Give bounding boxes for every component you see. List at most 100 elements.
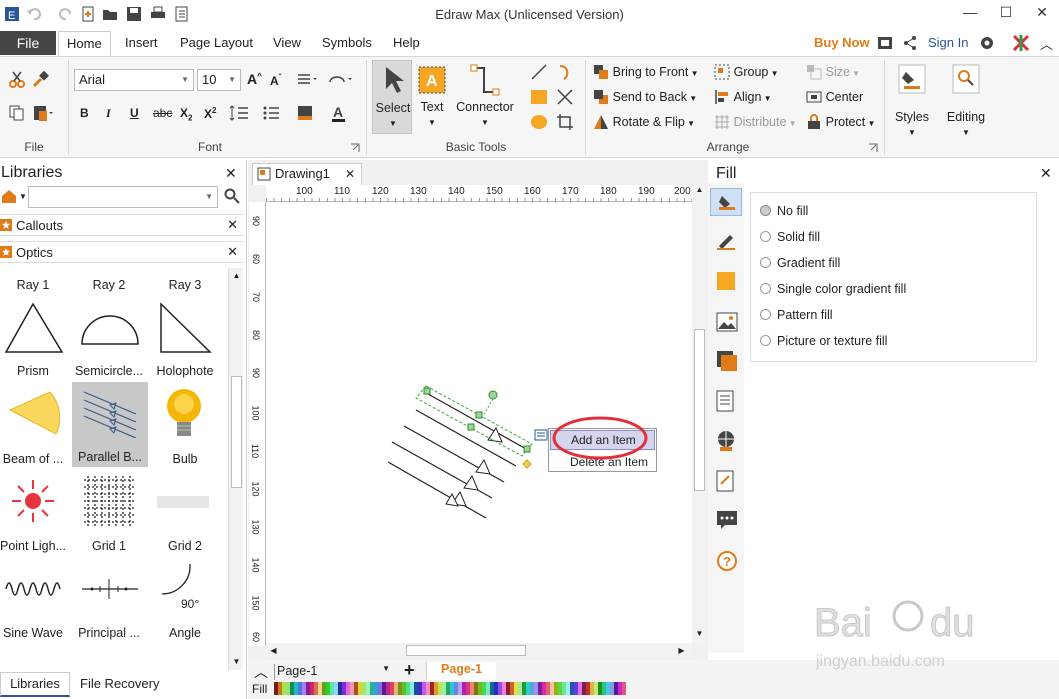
shadow-color-icon[interactable]	[716, 271, 736, 291]
crop-tool-icon[interactable]	[556, 113, 574, 131]
document-tab-drawing1[interactable]: Drawing1 ✕	[252, 163, 362, 185]
page-tab-active[interactable]: Page-1	[426, 662, 496, 680]
paste-icon[interactable]	[32, 104, 54, 122]
align-button[interactable]: Align ▼	[714, 89, 772, 105]
page-collapse-icon[interactable]: ︿	[254, 662, 268, 682]
maximize-button[interactable]: ☐	[996, 4, 1016, 24]
comment-icon[interactable]	[716, 510, 738, 530]
fill-option-no-fill[interactable]: No fill	[760, 204, 808, 218]
holophote-shape-icon[interactable]	[158, 302, 214, 354]
close-window-button[interactable]: ✕	[1032, 4, 1052, 24]
connector-tool-button[interactable]: Connector ▼	[452, 60, 518, 134]
superscript-button[interactable]: X2	[204, 106, 216, 121]
text-direction-icon[interactable]	[328, 72, 354, 88]
image-icon[interactable]	[716, 312, 738, 332]
line-tool-icon[interactable]	[530, 63, 548, 81]
font-size-select[interactable]: 10 ▼	[197, 69, 241, 91]
font-dialog-launcher-icon[interactable]	[350, 143, 360, 153]
settings-gear-icon[interactable]	[978, 34, 996, 52]
page-selector[interactable]: Page-1 ▼	[274, 664, 394, 680]
fill-option-single-color-gradient[interactable]: Single color gradient fill	[760, 282, 906, 296]
scroll-up-arrow[interactable]: ▲	[229, 268, 244, 283]
help-icon[interactable]: ?	[716, 550, 738, 572]
parallel-beam-on-canvas[interactable]	[380, 384, 540, 524]
grid-2-shape-icon[interactable]	[157, 496, 209, 508]
grid-1-shape-icon[interactable]	[82, 474, 138, 528]
tab-insert[interactable]: Insert	[117, 31, 166, 56]
hyperlink-globe-icon[interactable]	[716, 430, 736, 452]
styles-button[interactable]: Styles ▼	[890, 62, 934, 142]
file-menu-button[interactable]: File	[0, 31, 56, 55]
optics-close-icon[interactable]: ✕	[227, 244, 238, 260]
page-properties-icon[interactable]	[716, 390, 736, 412]
select-tool-button[interactable]: Select ▼	[372, 60, 412, 134]
scroll-down-arrow[interactable]: ▼	[229, 654, 244, 669]
point-light-shape-icon[interactable]	[10, 478, 56, 524]
group-button[interactable]: Group ▼	[714, 64, 779, 80]
selection-handle[interactable]	[423, 387, 431, 395]
search-icon[interactable]	[224, 188, 240, 204]
layer-shadow-icon[interactable]	[716, 350, 738, 372]
bulb-shape-icon[interactable]	[164, 386, 204, 442]
selection-handle[interactable]	[475, 411, 483, 419]
shrink-font-button[interactable]: Aˇ	[270, 73, 281, 88]
format-painter-icon[interactable]	[32, 70, 50, 88]
tab-page-layout[interactable]: Page Layout	[172, 31, 261, 56]
rectangle-tool-icon[interactable]	[530, 88, 548, 106]
send-to-back-button[interactable]: Send to Back ▼	[593, 89, 697, 105]
close-tab-icon[interactable]: ✕	[345, 164, 355, 184]
distribute-button[interactable]: Distribute ▼	[714, 114, 797, 130]
rotate-flip-button[interactable]: Rotate & Flip ▼	[593, 114, 695, 130]
line-spacing-icon[interactable]	[228, 104, 256, 122]
file-recovery-tab[interactable]: File Recovery	[80, 676, 159, 691]
fill-tool-button[interactable]	[710, 188, 742, 216]
pen-tool-icon[interactable]	[556, 88, 574, 106]
minimize-button[interactable]: —	[960, 4, 980, 24]
fill-option-gradient[interactable]: Gradient fill	[760, 256, 840, 270]
arc-tool-icon[interactable]	[556, 63, 574, 81]
bullet-list-icon[interactable]	[262, 104, 290, 122]
canvas-scroll-left[interactable]: ◀	[266, 643, 281, 658]
beam-of-light-shape-icon[interactable]	[6, 388, 60, 440]
fill-option-pattern[interactable]: Pattern fill	[760, 308, 833, 322]
tab-home[interactable]: Home	[58, 31, 111, 56]
principal-axis-shape-icon[interactable]	[80, 576, 140, 602]
tab-symbols[interactable]: Symbols	[314, 31, 380, 56]
canvas-vscroll-thumb[interactable]	[694, 329, 705, 491]
editing-button[interactable]: Editing ▼	[942, 62, 990, 142]
note-icon[interactable]	[716, 470, 736, 492]
text-align-icon[interactable]	[297, 72, 319, 88]
selection-handle[interactable]	[467, 423, 475, 431]
palette-swatch[interactable]	[622, 682, 626, 695]
color-palette[interactable]	[274, 682, 630, 695]
share-icon[interactable]	[902, 35, 918, 51]
fill-panel-close-icon[interactable]: ✕	[1040, 165, 1052, 182]
canvas-vertical-scrollbar[interactable]: ▲ ▼	[692, 185, 707, 645]
bold-button[interactable]: B	[80, 106, 89, 120]
font-color-icon[interactable]: A	[330, 104, 358, 122]
floating-menu-icon[interactable]	[534, 429, 548, 441]
semicircle-shape-icon[interactable]	[80, 312, 140, 346]
sign-in-link[interactable]: Sign In	[928, 35, 968, 50]
sine-wave-shape-icon[interactable]	[4, 576, 64, 602]
libraries-bottom-tab[interactable]: Libraries	[0, 672, 70, 697]
angle-shape-icon[interactable]	[160, 562, 194, 598]
subscript-button[interactable]: X2	[180, 106, 192, 122]
canvas-horizontal-scrollbar[interactable]: ◀ ▶	[266, 643, 692, 658]
protect-button[interactable]: Protect ▼	[806, 114, 875, 130]
tab-help[interactable]: Help	[385, 31, 428, 56]
rotation-handle[interactable]	[488, 390, 498, 400]
strikethrough-button[interactable]: abc	[153, 106, 172, 120]
buy-now-link[interactable]: Buy Now	[814, 35, 870, 50]
ellipse-tool-icon[interactable]	[530, 113, 548, 131]
libraries-close-icon[interactable]: ✕	[225, 165, 237, 182]
library-scroll-thumb[interactable]	[231, 376, 242, 488]
library-section-optics[interactable]: Optics ✕	[0, 241, 244, 263]
parallel-beam-shape-selected[interactable]: Parallel B...	[72, 382, 148, 467]
cart-icon[interactable]	[877, 35, 893, 51]
copy-icon[interactable]	[8, 104, 26, 122]
grow-font-button[interactable]: A^	[247, 71, 262, 87]
text-highlight-icon[interactable]	[296, 104, 324, 122]
add-page-button[interactable]: +	[404, 660, 415, 681]
library-section-callouts[interactable]: Callouts ✕	[0, 214, 244, 236]
